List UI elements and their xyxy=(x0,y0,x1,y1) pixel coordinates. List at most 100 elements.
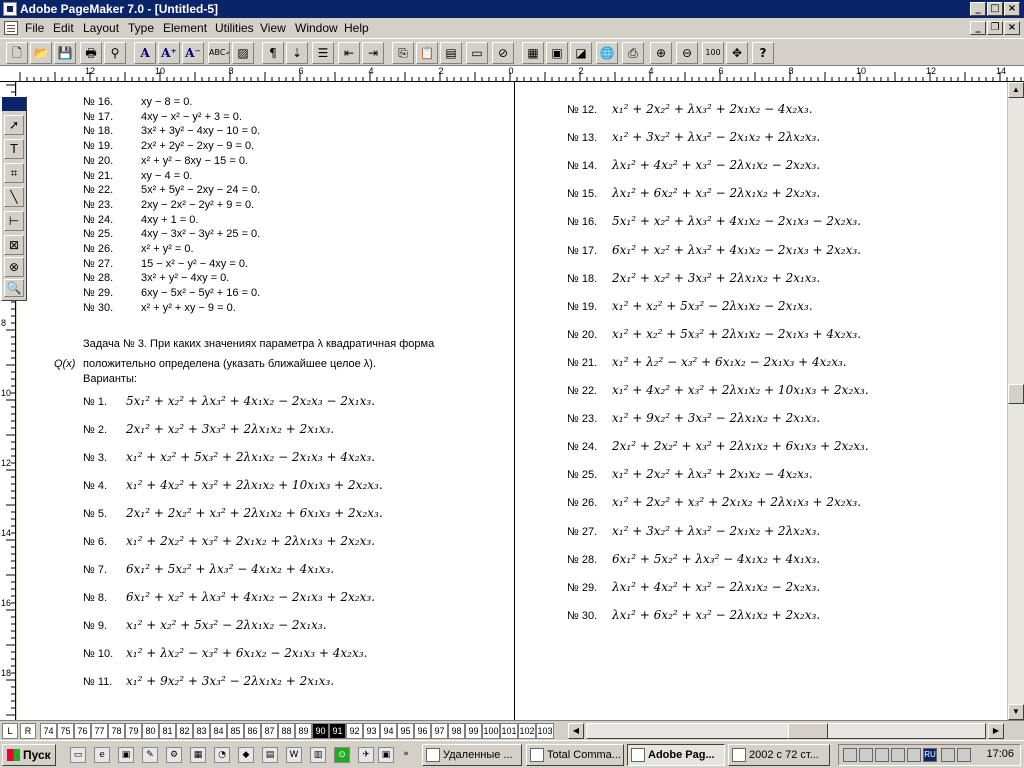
zoom-tool-icon[interactable]: 🔍 xyxy=(4,279,24,297)
zoom-in-icon[interactable]: ⊕ xyxy=(650,42,672,64)
image-icon[interactable]: ◪ xyxy=(570,42,592,64)
left-master-tab[interactable]: L xyxy=(2,723,18,739)
task-button[interactable]: Удаленные ... xyxy=(422,744,522,766)
paste-icon[interactable]: 📋 xyxy=(416,42,438,64)
menu-help[interactable]: Help xyxy=(341,20,372,36)
scroll-down-button[interactable]: ▼ xyxy=(1008,704,1024,720)
open-folder-icon[interactable]: 📂 xyxy=(30,42,52,64)
spellcheck-icon[interactable]: ABC✓ xyxy=(208,42,230,64)
quicklaunch-app-icon[interactable]: ✎ xyxy=(142,747,158,763)
page-scroll-right-button[interactable]: ▶ xyxy=(988,723,1004,739)
document-icon[interactable] xyxy=(4,21,18,35)
horizontal-scroll-track[interactable] xyxy=(586,723,986,739)
help-question-icon[interactable]: ? xyxy=(752,42,774,64)
page-tab[interactable]: 74 xyxy=(40,723,57,739)
quicklaunch-app-icon[interactable]: ✈ xyxy=(358,747,374,763)
page-tab[interactable]: 101 xyxy=(500,723,518,739)
ellipse-tool-icon[interactable]: ⊗ xyxy=(4,257,24,277)
internet-explorer-icon[interactable]: e xyxy=(94,747,110,763)
fill-stroke-icon[interactable]: ▨ xyxy=(232,42,254,64)
page-tab[interactable]: 94 xyxy=(380,723,397,739)
quicklaunch-app-icon[interactable]: ◆ xyxy=(238,747,254,763)
increase-font-icon[interactable]: A⁺ xyxy=(158,42,180,64)
tray-icon[interactable] xyxy=(859,748,873,762)
place-image-icon[interactable]: ▣ xyxy=(546,42,568,64)
doc-close-button[interactable]: × xyxy=(1004,21,1020,35)
save-disk-icon[interactable]: 💾 xyxy=(54,42,76,64)
crop-tool-icon[interactable]: ⌗ xyxy=(4,163,24,183)
rectangle-frame-tool-icon[interactable]: ⊠ xyxy=(4,235,24,255)
export-pdf-icon[interactable]: ⎙ xyxy=(622,42,644,64)
find-binoculars-icon[interactable]: ⚲ xyxy=(104,42,126,64)
horizontal-scroll-thumb[interactable] xyxy=(788,723,828,739)
clipboard-icon[interactable]: ▤ xyxy=(440,42,462,64)
page-tab[interactable]: 77 xyxy=(91,723,108,739)
pointer-tool-icon[interactable]: ➚ xyxy=(4,115,24,135)
page-tab[interactable]: 90 xyxy=(312,723,329,739)
quicklaunch-app-icon[interactable]: ▦ xyxy=(190,747,206,763)
paragraph-icon[interactable]: ¶ xyxy=(262,42,284,64)
color-palette-icon[interactable]: ▦ xyxy=(522,42,544,64)
doc-minimize-button[interactable]: _ xyxy=(970,21,986,35)
page-tab[interactable]: 97 xyxy=(431,723,448,739)
toolbox-title-bar[interactable] xyxy=(2,97,26,111)
page-tab[interactable]: 79 xyxy=(125,723,142,739)
quicklaunch-app-icon[interactable]: ▣ xyxy=(118,747,134,763)
horizontal-ruler[interactable]: 12 10 8 6 4 2 0 2 4 6 8 10 12 14 xyxy=(0,66,1024,82)
page-tab[interactable]: 99 xyxy=(465,723,482,739)
page-tab[interactable]: 76 xyxy=(74,723,91,739)
start-button[interactable]: Пуск xyxy=(2,744,56,766)
link-icon[interactable]: ⊘ xyxy=(492,42,514,64)
tray-icon[interactable] xyxy=(907,748,921,762)
tray-icon[interactable] xyxy=(941,748,955,762)
outdent-icon[interactable]: ⇤ xyxy=(338,42,360,64)
indent-icon[interactable]: ⇥ xyxy=(362,42,384,64)
line-tool-icon[interactable]: ╲ xyxy=(4,187,24,207)
menu-utilities[interactable]: Utilities xyxy=(212,20,257,36)
world-globe-icon[interactable]: 🌐 xyxy=(596,42,618,64)
page-tab[interactable]: 100 xyxy=(482,723,500,739)
page-tab[interactable]: 93 xyxy=(363,723,380,739)
task-button[interactable]: 2002 с 72 ст... xyxy=(728,744,830,766)
minimize-button[interactable]: _ xyxy=(970,2,986,16)
page-tab[interactable]: 103 xyxy=(536,723,554,739)
page-tab[interactable]: 89 xyxy=(295,723,312,739)
page-tab[interactable]: 75 xyxy=(57,723,74,739)
word-icon[interactable]: W xyxy=(286,747,302,763)
tray-icon[interactable] xyxy=(957,748,971,762)
menu-view[interactable]: View xyxy=(257,20,289,36)
page-tab[interactable]: 84 xyxy=(210,723,227,739)
page-tab[interactable]: 87 xyxy=(261,723,278,739)
right-master-tab[interactable]: R xyxy=(20,723,36,739)
fit-window-icon[interactable]: ✥ xyxy=(726,42,748,64)
menu-layout[interactable]: Layout xyxy=(80,20,122,36)
text-tool-icon[interactable]: T xyxy=(4,139,24,159)
page-tab[interactable]: 83 xyxy=(193,723,210,739)
document-canvas[interactable]: № 16. xy − 8 = 0. № 17. 4xy − x² − y² + 3 =… xyxy=(17,82,1007,720)
menu-window[interactable]: Window xyxy=(292,20,341,36)
maximize-button[interactable]: □ xyxy=(987,2,1003,16)
frame-icon[interactable]: ▭ xyxy=(466,42,488,64)
quicklaunch-app-icon[interactable]: ▥ xyxy=(310,747,326,763)
scroll-thumb[interactable] xyxy=(1008,384,1024,404)
actual-size-icon[interactable]: 100 xyxy=(702,42,724,64)
page-tab[interactable]: 81 xyxy=(159,723,176,739)
task-button[interactable]: Adobe Pag... xyxy=(627,744,725,766)
quicklaunch-app-icon[interactable]: ▤ xyxy=(262,747,278,763)
page-scroll-left-button[interactable]: ◀ xyxy=(568,723,584,739)
menu-element[interactable]: Element xyxy=(160,20,210,36)
print-icon[interactable]: 🖶 xyxy=(80,42,102,64)
menu-type[interactable]: Type xyxy=(125,20,157,36)
page-tab[interactable]: 88 xyxy=(278,723,295,739)
page-tab[interactable]: 95 xyxy=(397,723,414,739)
more-chevron-icon[interactable]: » xyxy=(398,747,414,763)
doc-restore-button[interactable]: ❐ xyxy=(987,21,1003,35)
close-button[interactable]: × xyxy=(1004,2,1020,16)
page-tab[interactable]: 91 xyxy=(329,723,346,739)
page-tab[interactable]: 85 xyxy=(227,723,244,739)
page-tab[interactable]: 102 xyxy=(518,723,536,739)
quicklaunch-app-icon[interactable]: ▣ xyxy=(378,747,394,763)
page-tab[interactable]: 86 xyxy=(244,723,261,739)
vertical-scrollbar[interactable]: ▲ ▼ xyxy=(1007,82,1024,720)
page-tab[interactable]: 78 xyxy=(108,723,125,739)
